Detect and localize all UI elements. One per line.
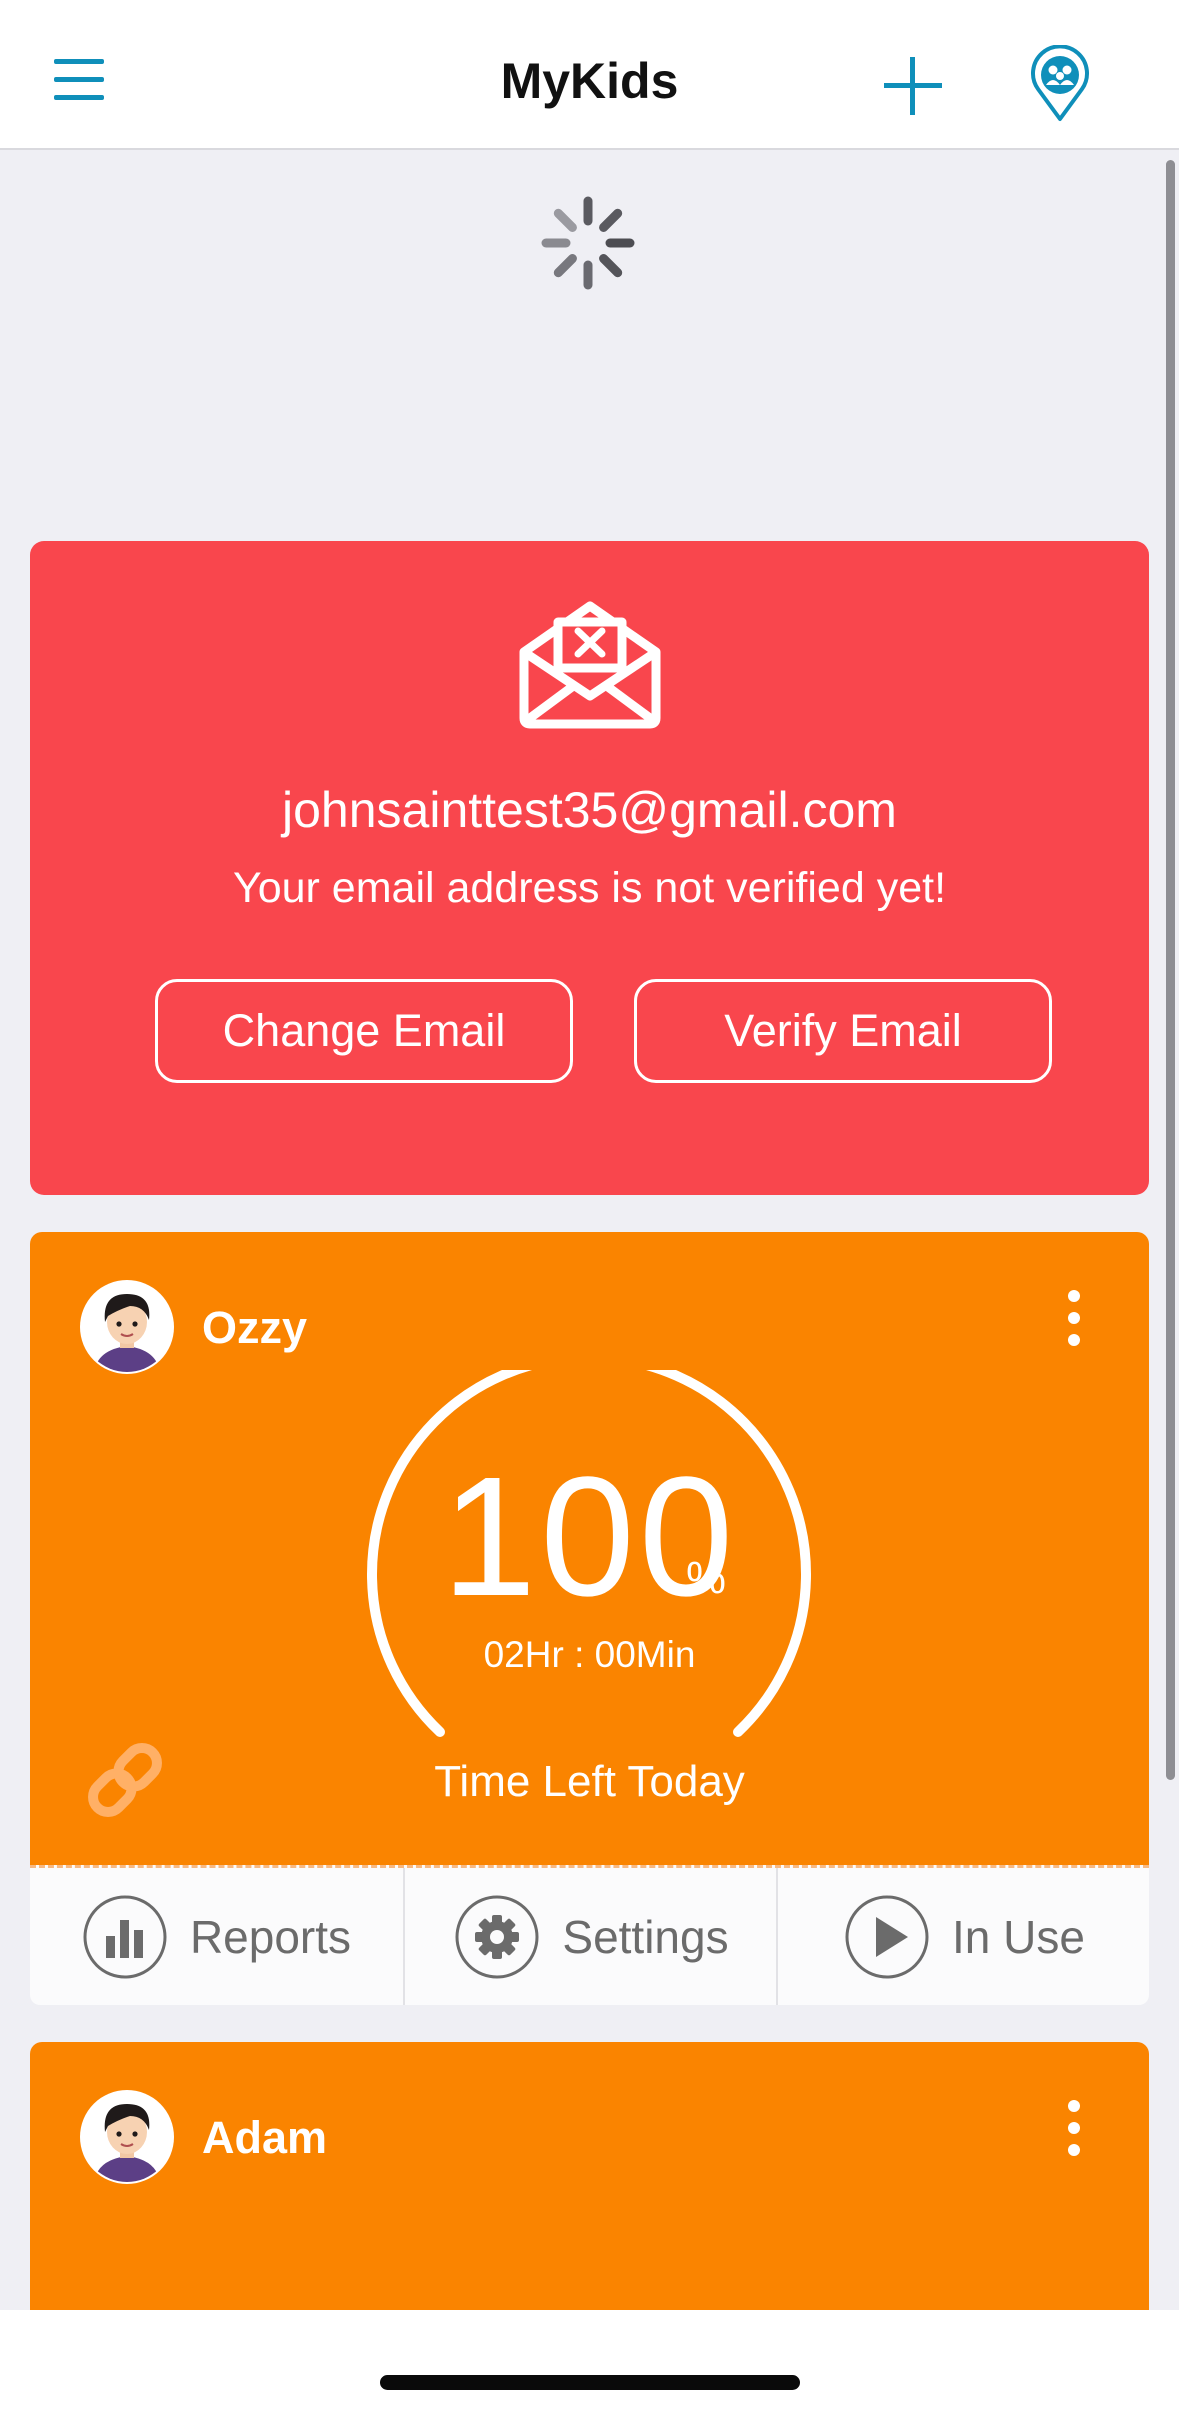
plus-icon[interactable]: [880, 53, 946, 119]
time-remaining: 02Hr : 00Min: [483, 1634, 696, 1675]
kid-card-adam[interactable]: Adam: [30, 2042, 1149, 2315]
time-left-percent: 100: [441, 1442, 738, 1632]
email-address: johnsainttest35@gmail.com: [282, 782, 897, 838]
spinner-icon: [541, 196, 635, 290]
kid-action-bar: Reports Settings In Use: [30, 1865, 1149, 2005]
page-title: MyKids: [500, 53, 679, 109]
settings-button[interactable]: Settings: [403, 1868, 778, 2005]
boy-avatar-icon: [80, 1280, 174, 1374]
kid-name: Ozzy: [202, 1302, 308, 1353]
reports-button[interactable]: Reports: [30, 1868, 403, 2005]
email-verification-card: johnsainttest35@gmail.com Your email add…: [30, 541, 1149, 1195]
more-vertical-icon[interactable]: [1064, 1290, 1084, 1346]
time-left-caption: Time Left Today: [434, 1757, 745, 1806]
home-indicator-area: [0, 2310, 1179, 2414]
home-indicator[interactable]: [380, 2375, 800, 2390]
change-email-button[interactable]: Change Email: [155, 979, 573, 1083]
play-icon: [845, 1895, 929, 1978]
in-use-button[interactable]: In Use: [776, 1868, 1151, 2005]
verify-email-button[interactable]: Verify Email: [634, 979, 1052, 1083]
percent-sign: %: [686, 1552, 727, 1603]
reports-label: Reports: [189, 1910, 352, 1963]
scrollbar-thumb[interactable]: [1166, 160, 1175, 1780]
bar-chart-icon: [83, 1895, 167, 1978]
top-navbar: MyKids: [0, 0, 1179, 150]
family-location-pin-icon[interactable]: [1030, 45, 1090, 123]
more-vertical-icon[interactable]: [1064, 2100, 1084, 2156]
link-icon[interactable]: [80, 1735, 170, 1825]
kid-name: Adam: [202, 2112, 328, 2163]
boy-avatar-icon: [80, 2090, 174, 2184]
in-use-label: In Use: [952, 1910, 1085, 1963]
gear-icon: [455, 1895, 539, 1978]
settings-label: Settings: [562, 1910, 729, 1963]
verification-warning: Your email address is not verified yet!: [232, 864, 947, 912]
scrollbar[interactable]: [1166, 160, 1175, 2310]
envelope-error-icon: [519, 601, 661, 729]
kid-card-ozzy[interactable]: Ozzy 100 % 02Hr : 00Min Time Left Today: [30, 1232, 1149, 1865]
